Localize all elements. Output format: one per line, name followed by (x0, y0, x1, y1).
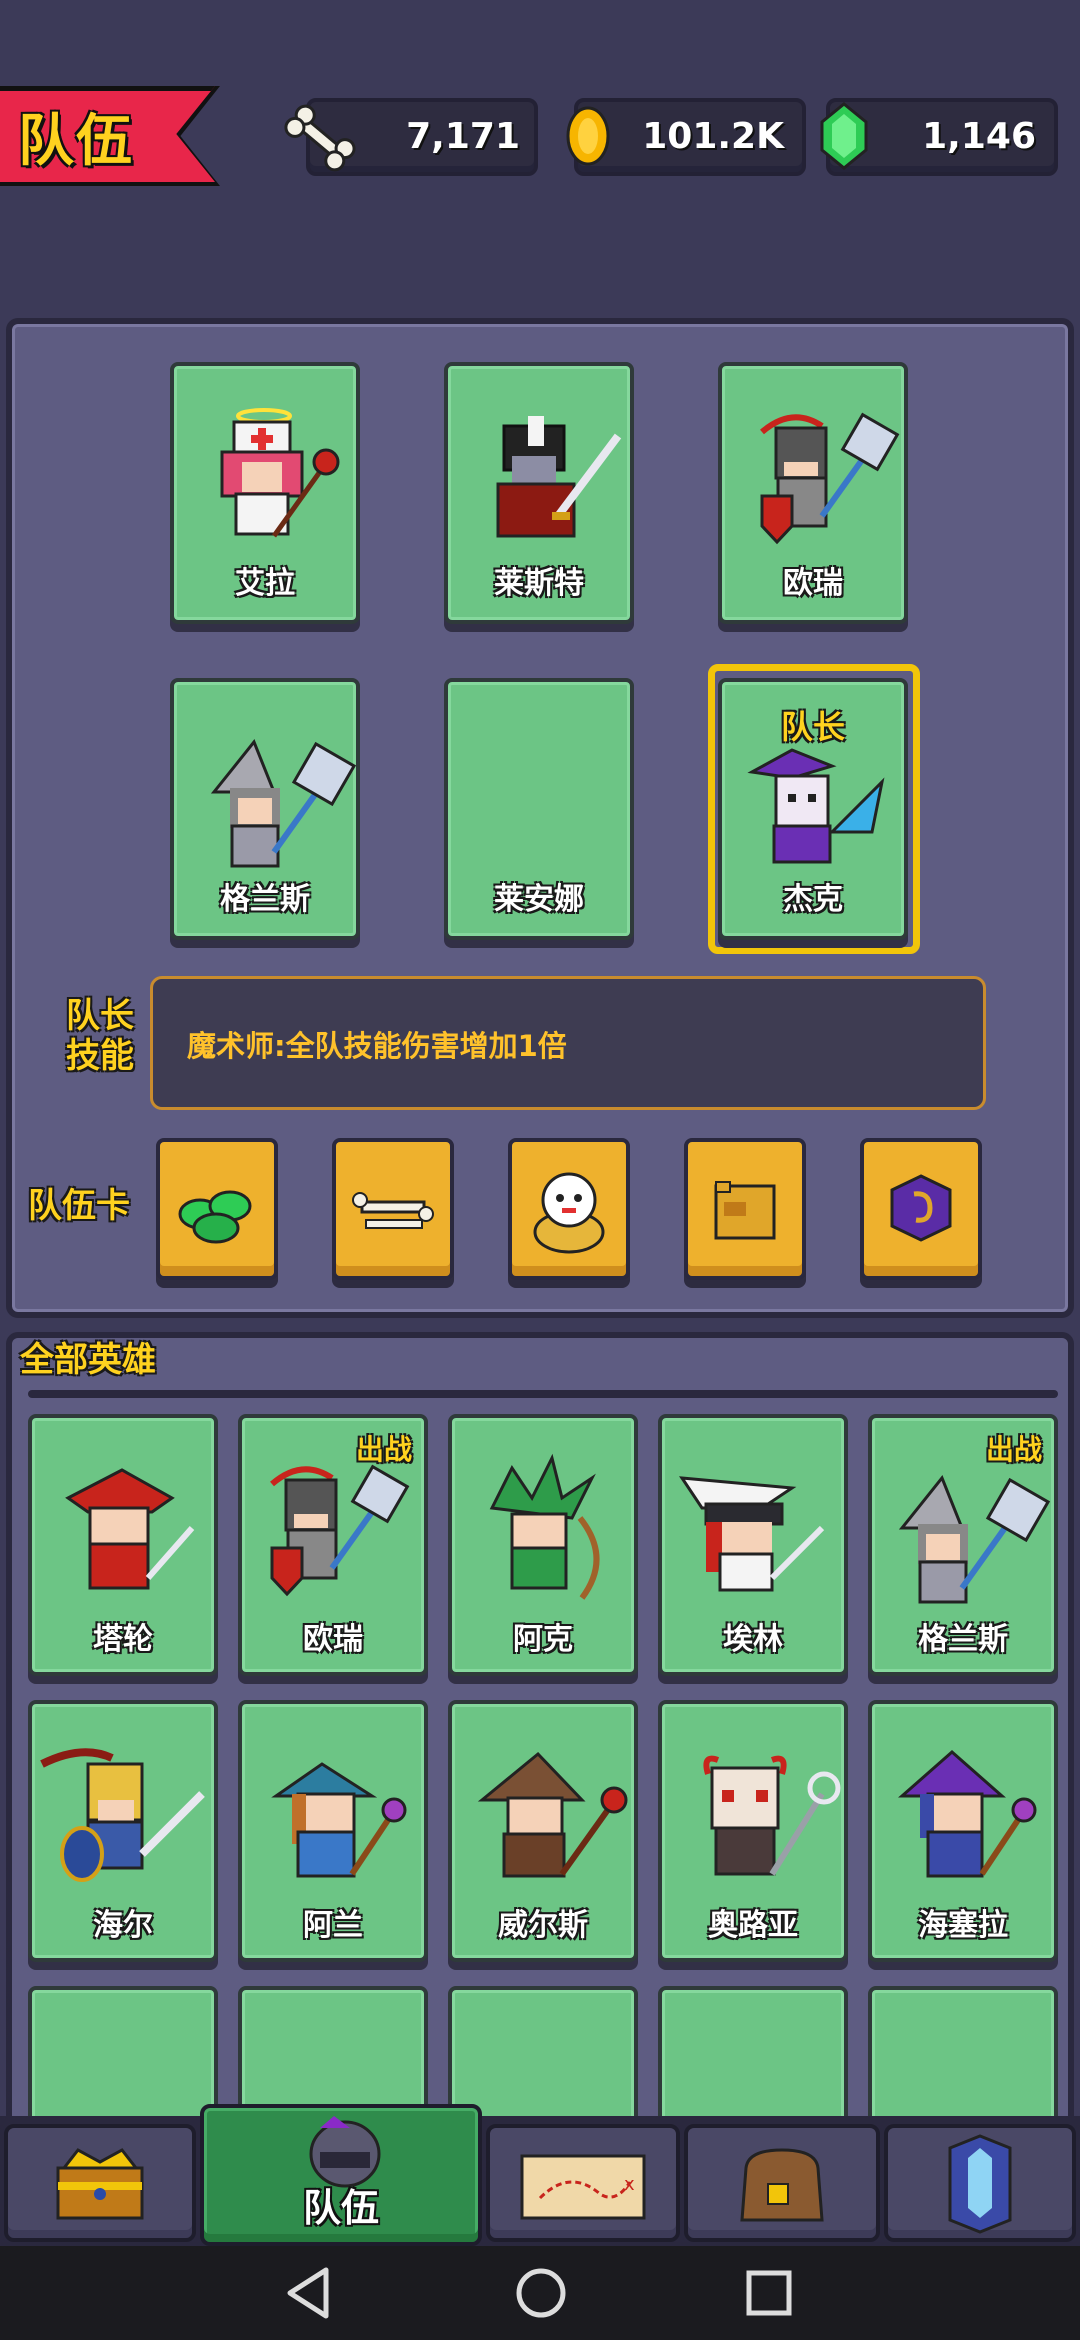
nav-team-label: 队伍 (302, 2186, 379, 2230)
hero-card[interactable]: 出战 格兰斯 (868, 1414, 1058, 1676)
slot-name: 艾拉 (235, 566, 295, 601)
hero-sprite-aolua (703, 1755, 841, 1876)
leader-skill-text: 魔术师:全队技能伤害增加1倍 (187, 1029, 567, 1063)
team-card-3[interactable] (508, 1138, 630, 1280)
hero-sprite-haisaila (898, 1750, 1037, 1878)
nav-team[interactable]: 队伍 (200, 2104, 482, 2246)
hero-card-partial[interactable] (868, 1986, 1058, 2126)
hero-name: 格兰斯 (918, 1622, 1008, 1657)
backpack-icon (740, 2148, 824, 2222)
nav-treasure[interactable] (4, 2124, 196, 2242)
slot-name: 欧瑞 (783, 566, 843, 601)
hero-sprite-grans (898, 1475, 1051, 1604)
nav-map[interactable]: x (486, 2124, 680, 2242)
heroes-divider (28, 1390, 1058, 1398)
leader-skill-box: 魔术师:全队技能伤害增加1倍 (150, 976, 986, 1110)
page-title: 队伍 (18, 109, 134, 174)
hero-card[interactable]: 海尔 (28, 1700, 218, 1962)
hero-sprite-jack (747, 748, 885, 864)
bones-pile-icon (352, 1192, 434, 1229)
team-card-4[interactable] (684, 1138, 806, 1280)
slot-name: 莱斯特 (494, 566, 584, 601)
back-icon[interactable] (284, 2266, 334, 2320)
hero-sprite-ake (489, 1453, 600, 1600)
hero-card[interactable]: 阿兰 (238, 1700, 428, 1962)
hero-sprite-grans (210, 739, 357, 868)
hero-name: 海尔 (93, 1908, 153, 1943)
slot-name: 莱安娜 (494, 882, 584, 917)
bone-icon (284, 104, 356, 172)
team-card-1[interactable] (156, 1138, 278, 1280)
crystal-tower-icon (948, 2134, 1012, 2234)
lucky-cat-icon (533, 1172, 605, 1254)
slot-name: 格兰斯 (220, 882, 310, 917)
home-icon[interactable] (514, 2266, 568, 2320)
hero-name: 奥路亚 (708, 1908, 798, 1943)
hero-sprite-ella (220, 408, 340, 538)
hero-sprite-lester (496, 416, 622, 538)
hero-card[interactable]: 威尔斯 (448, 1700, 638, 1962)
team-slot-1[interactable]: 艾拉 (170, 362, 360, 624)
team-slot-2[interactable]: 莱斯特 (444, 362, 634, 624)
hero-sprite-ailin (679, 1476, 825, 1592)
treasure-map-icon: x (520, 2154, 646, 2220)
hero-card[interactable]: 奥路亚 (658, 1700, 848, 1962)
hero-card[interactable]: 塔轮 (28, 1414, 218, 1676)
hero-name: 埃林 (723, 1622, 783, 1657)
leader-skill-label-line2: 技能 (66, 1036, 134, 1076)
golden-pig-icon (714, 1181, 776, 1240)
nav-tower[interactable] (884, 2124, 1076, 2242)
hero-card-partial[interactable] (28, 1986, 218, 2126)
hero-name: 阿克 (513, 1622, 573, 1657)
hero-sprite-ori (760, 412, 900, 545)
green-gem-icon (820, 102, 868, 170)
gold-value: 101.2K (642, 116, 784, 157)
leader-skill-label: 队长 技能 (66, 996, 134, 1076)
hero-name: 欧瑞 (303, 1622, 363, 1657)
team-cards-label: 队伍卡 (28, 1186, 130, 1226)
purple-coin-icon (890, 1174, 952, 1242)
hero-name: 阿兰 (303, 1908, 363, 1943)
hero-card[interactable]: 阿克 (448, 1414, 638, 1676)
slot-name: 杰克 (783, 882, 843, 917)
team-slot-4[interactable]: 格兰斯 (170, 678, 360, 940)
hero-name: 威尔斯 (498, 1908, 588, 1943)
hero-name: 海塞拉 (918, 1908, 1008, 1943)
gold-coin-icon (566, 106, 610, 166)
hero-sprite-talun (65, 1468, 195, 1590)
hero-sprite-haier (40, 1748, 205, 1882)
gem-value: 1,146 (922, 116, 1036, 157)
treasure-chest-icon (56, 2148, 144, 2220)
system-nav-bar (0, 2246, 1080, 2340)
hero-card[interactable]: 出战 欧瑞 (238, 1414, 428, 1676)
nav-bag[interactable] (684, 2124, 880, 2242)
hero-name: 塔轮 (93, 1622, 153, 1657)
recent-apps-icon[interactable] (744, 2268, 794, 2318)
hero-card-partial[interactable] (658, 1986, 848, 2126)
hero-sprite-wells (477, 1751, 628, 1878)
bone-value: 7,171 (406, 116, 520, 157)
hero-card[interactable]: 埃林 (658, 1414, 848, 1676)
team-slot-5[interactable]: 莱安娜 (444, 678, 634, 940)
team-slot-3[interactable]: 欧瑞 (718, 362, 908, 624)
hero-sprite-ori (270, 1464, 410, 1597)
team-slot-6[interactable]: 队长 杰克 (718, 678, 908, 940)
leader-skill-label-line1: 队长 (66, 996, 134, 1036)
team-card-5[interactable] (860, 1138, 982, 1280)
hero-card[interactable]: 海塞拉 (868, 1700, 1058, 1962)
svg-text:x: x (624, 2174, 635, 2195)
green-gems-pile-icon (178, 1190, 252, 1244)
team-card-2[interactable] (332, 1138, 454, 1280)
all-heroes-title: 全部英雄 (20, 1340, 156, 1380)
hero-sprite-alan (271, 1762, 407, 1878)
